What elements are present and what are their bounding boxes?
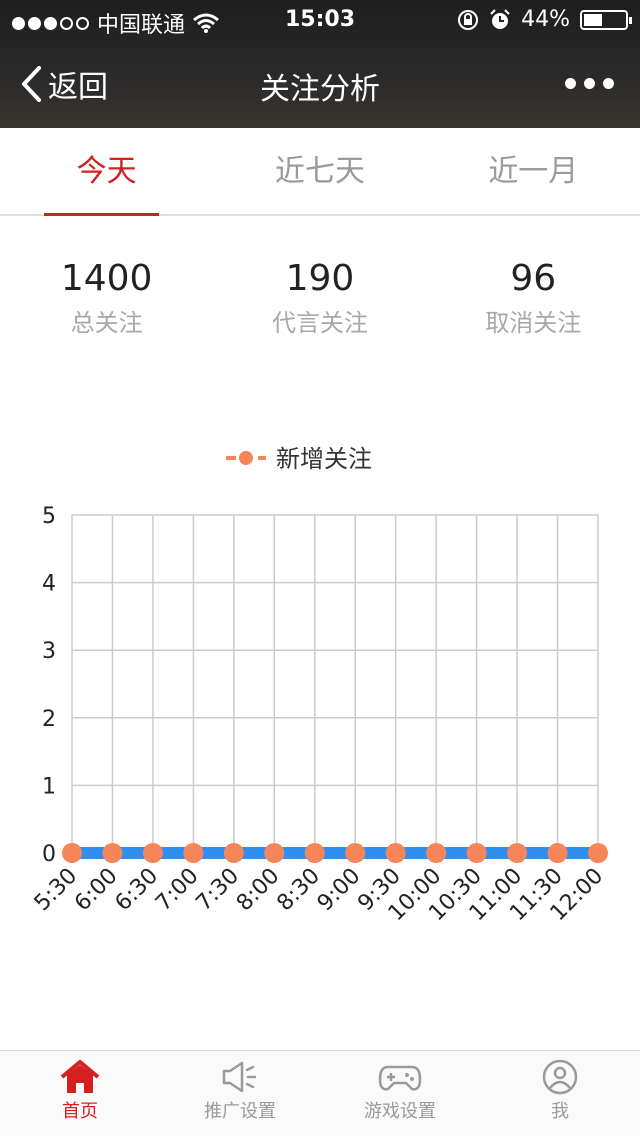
x-tick-label: 9:00 [313, 864, 366, 917]
data-point [466, 843, 487, 863]
legend-label: 新增关注 [276, 445, 372, 473]
stat-value: 190 [285, 258, 355, 299]
tabbar-label: 推广设置 [204, 1101, 276, 1122]
data-point [223, 843, 244, 863]
page-title: 关注分析 [260, 72, 380, 107]
tabbar-item-game-settings[interactable]: 游戏设置 [320, 1051, 480, 1136]
data-point [385, 843, 406, 863]
user-icon [542, 1059, 578, 1095]
stat-label: 代言关注 [271, 309, 368, 337]
home-icon [60, 1060, 100, 1093]
alarm-icon [490, 8, 510, 29]
stats-summary: 1400 总关注 190 代言关注 96 取消关注 [0, 255, 640, 345]
data-point [426, 843, 447, 863]
battery-icon [580, 9, 632, 30]
stat-label: 总关注 [70, 309, 143, 337]
stat-label: 取消关注 [485, 309, 582, 337]
tab-today[interactable]: 今天 [0, 128, 213, 216]
data-point [345, 843, 366, 863]
legend-marker [239, 451, 253, 465]
period-tabs: 今天 近七天 近一月 [0, 128, 640, 216]
stat-unfollows: 96 取消关注 [427, 255, 640, 345]
data-point [547, 843, 568, 863]
x-tick-label: 8:30 [272, 864, 325, 917]
data-point [102, 843, 123, 863]
x-tick-label: 6:00 [70, 864, 123, 917]
megaphone-icon [222, 1061, 257, 1093]
y-tick-label: 4 [42, 572, 56, 597]
tabbar-label: 游戏设置 [364, 1101, 436, 1122]
y-tick-label: 2 [42, 707, 56, 732]
more-button[interactable] [565, 78, 614, 89]
y-tick-label: 1 [42, 774, 56, 799]
x-tick-label: 8:00 [232, 864, 285, 917]
data-point [183, 843, 204, 863]
tabbar-item-home[interactable]: 首页 [0, 1051, 160, 1136]
tab-seven-days[interactable]: 近七天 [213, 128, 426, 214]
stat-endorse-follows: 190 代言关注 [213, 255, 426, 345]
data-point [142, 843, 163, 863]
data-point [264, 843, 285, 863]
y-tick-label: 3 [42, 639, 56, 664]
tabbar-label: 首页 [62, 1101, 98, 1122]
tab-one-month[interactable]: 近一月 [427, 128, 640, 214]
header: 中国联通 15:03 44% 返回 关注分析 [0, 0, 640, 128]
data-point [507, 843, 528, 863]
status-bar: 中国联通 15:03 44% [0, 0, 640, 40]
data-point [304, 843, 325, 863]
gamepad-icon [378, 1065, 422, 1091]
x-tick-label: 7:30 [191, 864, 244, 917]
status-right: 44% [457, 7, 632, 32]
tabbar-item-promotion[interactable]: 推广设置 [160, 1051, 320, 1136]
x-tick-label: 7:00 [151, 864, 204, 917]
battery-percent: 44% [521, 7, 570, 32]
rotation-lock-icon [458, 9, 479, 30]
tabbar-item-me[interactable]: 我 [480, 1051, 640, 1136]
data-point [62, 843, 82, 863]
stat-total-follows: 1400 总关注 [0, 255, 213, 345]
nav-bar: 返回 关注分析 [0, 40, 640, 128]
stat-value: 96 [510, 258, 557, 299]
stat-value: 1400 [60, 258, 153, 299]
y-tick-label: 0 [42, 842, 56, 867]
data-point [588, 843, 608, 863]
x-tick-label: 6:30 [111, 864, 164, 917]
tabbar-label: 我 [551, 1101, 569, 1122]
y-tick-label: 5 [42, 504, 56, 529]
follow-line-chart: 新增关注 0 1 2 3 4 5 5:306:006:307:007:308:008:309:… [30, 445, 609, 926]
x-tick-label: 5:30 [30, 864, 83, 917]
bottom-tab-bar: 首页 推广设置 游戏设置 我 [0, 1050, 640, 1136]
